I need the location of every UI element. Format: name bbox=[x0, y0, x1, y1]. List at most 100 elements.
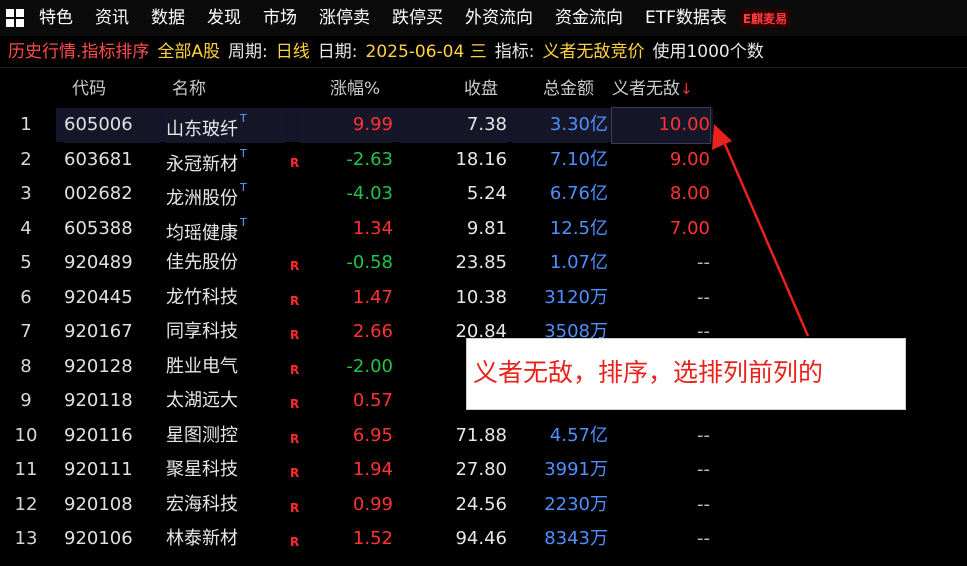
stock-name-text: 宏海科技 bbox=[166, 493, 238, 515]
column-header-change[interactable]: 涨幅% bbox=[330, 70, 380, 108]
menu-item-featured[interactable]: 特色 bbox=[28, 0, 84, 36]
close-price: 94.46 bbox=[455, 528, 507, 549]
indicator-score: -- bbox=[697, 286, 710, 308]
stock-name[interactable]: 太湖远大 bbox=[166, 384, 286, 419]
menu-item-data[interactable]: 数据 bbox=[140, 0, 196, 36]
close-price: 23.85 bbox=[455, 252, 507, 273]
total-amount: 6.76亿 bbox=[549, 183, 608, 204]
stock-code[interactable]: 605388 bbox=[64, 212, 160, 247]
stock-name[interactable]: 同享科技 bbox=[166, 315, 286, 350]
period-value[interactable]: 日线 bbox=[276, 42, 310, 62]
menu-item-discover[interactable]: 发现 bbox=[196, 0, 252, 36]
stock-code[interactable]: 920167 bbox=[64, 315, 160, 350]
annotation-callout: 义者无敌，排序，选排列前列的 bbox=[466, 338, 906, 410]
total-amount: 2230万 bbox=[544, 493, 608, 515]
indicator-score: 8.00 bbox=[669, 183, 710, 204]
stock-name[interactable]: 林泰新材 bbox=[166, 522, 286, 557]
indicator-score: -- bbox=[697, 459, 710, 480]
stock-name-text: 太湖远大 bbox=[166, 390, 238, 411]
row-number: 9 bbox=[20, 390, 32, 411]
stock-name[interactable]: 均瑶健康T bbox=[166, 212, 286, 247]
stock-code[interactable]: 605006 bbox=[64, 108, 160, 143]
total-amount: 4.57亿 bbox=[549, 424, 608, 446]
stock-tag-badge: T bbox=[240, 112, 247, 125]
stock-name[interactable]: 胜业电气 bbox=[166, 350, 286, 385]
menu-item-market[interactable]: 市场 bbox=[252, 0, 308, 36]
stock-code[interactable]: 920108 bbox=[64, 488, 160, 523]
stock-name[interactable]: 山东玻纤T bbox=[166, 108, 286, 143]
indicator-score: 9.00 bbox=[669, 148, 710, 170]
stock-name[interactable]: 龙洲股份T bbox=[166, 177, 286, 212]
status-note: 使用1000个数 bbox=[652, 42, 764, 62]
stock-code[interactable]: 920106 bbox=[64, 522, 160, 557]
menu-item-limit-down-buy[interactable]: 跌停买 bbox=[381, 0, 454, 36]
table-row[interactable]: 11 920111 聚星科技 R 1.94 27.80 3991万 -- bbox=[0, 453, 967, 488]
period-label: 周期: bbox=[228, 42, 268, 62]
stock-name[interactable]: 宏海科技 bbox=[166, 488, 286, 523]
close-price: 71.88 bbox=[455, 424, 507, 446]
stock-name-text: 山东玻纤 bbox=[166, 119, 238, 140]
table-row[interactable]: 6 920445 龙竹科技 R 1.47 10.38 3120万 -- bbox=[0, 281, 967, 316]
row-number: 5 bbox=[20, 252, 32, 273]
row-number: 1 bbox=[20, 114, 32, 135]
date-value[interactable]: 2025-06-04 三 bbox=[366, 42, 487, 62]
indicator-value[interactable]: 义者无敌竞价 bbox=[542, 42, 644, 62]
stock-name-text: 聚星科技 bbox=[166, 459, 238, 480]
change-percent: 0.99 bbox=[352, 493, 393, 515]
column-header-name[interactable]: 名称 bbox=[172, 70, 206, 108]
stock-name-text: 胜业电气 bbox=[166, 355, 238, 377]
table-row[interactable]: 3 002682 龙洲股份T -4.03 5.24 6.76亿 8.00 bbox=[0, 177, 967, 212]
indicator-score: -- bbox=[697, 528, 710, 549]
stock-tag-badge: T bbox=[240, 215, 247, 229]
stock-code[interactable]: 603681 bbox=[64, 143, 160, 178]
menu-item-etf-table[interactable]: ETF数据表 bbox=[634, 0, 738, 36]
change-percent: -4.03 bbox=[346, 183, 393, 204]
stock-name[interactable]: 龙竹科技 bbox=[166, 281, 286, 316]
view-title: 历史行情.指标排序 bbox=[8, 42, 150, 62]
stock-name[interactable]: 聚星科技 bbox=[166, 453, 286, 488]
table-row[interactable]: 4 605388 均瑶健康T 1.34 9.81 12.5亿 7.00 bbox=[0, 212, 967, 247]
column-header-code[interactable]: 代码 bbox=[72, 70, 106, 108]
stock-code[interactable]: 002682 bbox=[64, 177, 160, 212]
menu-item-limit-up-sell[interactable]: 涨停卖 bbox=[308, 0, 381, 36]
table-row[interactable]: 10 920116 星图测控 R 6.95 71.88 4.57亿 -- bbox=[0, 419, 967, 454]
table-row[interactable]: 2 603681 永冠新材T R -2.63 18.16 7.10亿 9.00 bbox=[0, 143, 967, 178]
column-header-score[interactable]: 义者无敌↓ bbox=[612, 70, 693, 108]
menu-item-fund-flow[interactable]: 资金流向 bbox=[544, 0, 634, 36]
stock-name[interactable]: 永冠新材T bbox=[166, 143, 286, 178]
indicator-score: -- bbox=[697, 252, 710, 273]
stock-name[interactable]: 佳先股份 bbox=[166, 246, 286, 281]
stock-code[interactable]: 920118 bbox=[64, 384, 160, 419]
stock-name-text: 龙洲股份 bbox=[166, 188, 238, 209]
change-percent: 1.94 bbox=[352, 459, 393, 480]
stock-code[interactable]: 920489 bbox=[64, 246, 160, 281]
table-row[interactable]: 13 920106 林泰新材 R 1.52 94.46 8343万 -- bbox=[0, 522, 967, 557]
change-percent: 1.52 bbox=[352, 528, 393, 549]
stock-code[interactable]: 920116 bbox=[64, 419, 160, 454]
market-scope[interactable]: 全部A股 bbox=[157, 42, 220, 62]
stock-name-text: 龙竹科技 bbox=[166, 286, 238, 308]
total-amount: 3991万 bbox=[544, 459, 608, 480]
stock-code[interactable]: 920445 bbox=[64, 281, 160, 316]
row-number: 10 bbox=[14, 424, 38, 446]
stock-code[interactable]: 920111 bbox=[64, 453, 160, 488]
stock-name[interactable]: 星图测控 bbox=[166, 419, 286, 454]
menu-item-news[interactable]: 资讯 bbox=[84, 0, 140, 36]
total-amount: 3.30亿 bbox=[512, 108, 608, 143]
stock-name-text: 佳先股份 bbox=[166, 252, 238, 273]
table-row[interactable]: 1 605006 山东玻纤T 9.99 7.38 3.30亿 10.00 bbox=[0, 107, 967, 144]
column-header-close[interactable]: 收盘 bbox=[464, 70, 498, 108]
table-row[interactable]: 12 920108 宏海科技 R 0.99 24.56 2230万 -- bbox=[0, 488, 967, 523]
table-header: 代码 名称 涨幅% 收盘 总金额 义者无敌↓ bbox=[0, 70, 967, 108]
row-number: 7 bbox=[20, 321, 32, 342]
change-percent: 9.99 bbox=[300, 108, 393, 143]
column-header-amount[interactable]: 总金额 bbox=[543, 70, 594, 108]
grid-menu-icon[interactable] bbox=[2, 0, 28, 36]
table-row[interactable]: 5 920489 佳先股份 R -0.58 23.85 1.07亿 -- bbox=[0, 246, 967, 281]
change-percent: 2.66 bbox=[352, 321, 393, 342]
menu-item-foreign-flow[interactable]: 外资流向 bbox=[454, 0, 544, 36]
indicator-score: 10.00 bbox=[611, 107, 711, 144]
stock-code[interactable]: 920128 bbox=[64, 350, 160, 385]
top-menu-bar: 特色 资讯 数据 发现 市场 涨停卖 跌停买 外资流向 资金流向 ETF数据表 … bbox=[0, 0, 967, 36]
score-header-label: 义者无敌 bbox=[612, 79, 680, 99]
